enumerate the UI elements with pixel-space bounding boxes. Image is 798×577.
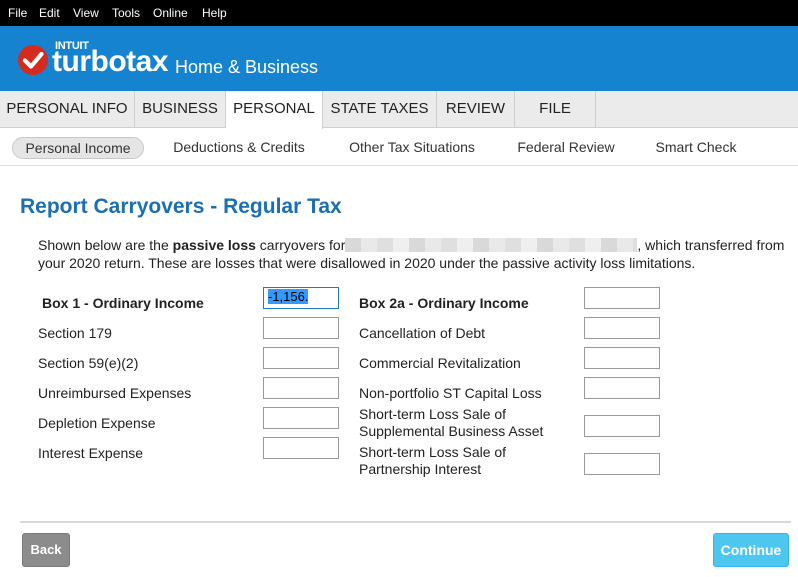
non-portfolio-st-capital-loss-label: Non-portfolio ST Capital Loss: [359, 385, 542, 401]
st-loss-supplemental-asset-input[interactable]: [584, 415, 660, 437]
menu-tools[interactable]: Tools: [112, 6, 140, 21]
cancellation-of-debt-label: Cancellation of Debt: [359, 325, 486, 341]
intro-paragraph: Shown below are the passive loss carryov…: [38, 236, 790, 272]
commercial-revitalization-input[interactable]: [584, 347, 660, 369]
continue-button[interactable]: Continue: [713, 533, 789, 567]
interest-expense-label: Interest Expense: [38, 445, 144, 461]
subtab-other-tax-situations[interactable]: Other Tax Situations: [340, 137, 484, 159]
box2a-ordinary-income-input[interactable]: [584, 287, 660, 309]
unreimbursed-expenses-input[interactable]: [263, 377, 339, 399]
depletion-expense-input[interactable]: [263, 407, 339, 429]
intro-prefix: Shown below are the: [38, 237, 173, 253]
box1-ordinary-income-input[interactable]: -1,156.: [263, 287, 339, 309]
section-59e2-label: Section 59(e)(2): [38, 355, 139, 371]
menu-help[interactable]: Help: [202, 6, 227, 21]
depletion-expense-label: Depletion Expense: [38, 415, 156, 431]
unreimbursed-expenses-label: Unreimbursed Expenses: [38, 385, 192, 401]
tab-personal-info[interactable]: PERSONAL INFO: [0, 91, 135, 128]
st-loss-partnership-interest-label-line1: Short-term Loss Sale of: [359, 444, 507, 460]
footer-divider: [20, 521, 791, 523]
tab-review[interactable]: REVIEW: [437, 91, 515, 128]
menu-file[interactable]: File: [8, 6, 27, 21]
section-179-label: Section 179: [38, 325, 112, 341]
section-179-input[interactable]: [263, 317, 339, 339]
st-loss-partnership-interest-input[interactable]: [584, 453, 660, 475]
menu-online[interactable]: Online: [153, 6, 188, 21]
st-loss-supplemental-asset-label-line1: Short-term Loss Sale of: [359, 406, 507, 422]
product-edition: Home & Business: [175, 57, 319, 77]
st-loss-partnership-interest-label-line2: Partnership Interest: [359, 461, 482, 477]
tab-state-taxes[interactable]: STATE TAXES: [323, 91, 437, 128]
turbotax-checkmark-logo-icon: [18, 45, 48, 75]
menu-bar: File Edit View Tools Online Help: [0, 0, 798, 26]
non-portfolio-st-capital-loss-input[interactable]: [584, 377, 660, 399]
tab-file[interactable]: FILE: [515, 91, 596, 128]
menu-edit[interactable]: Edit: [39, 6, 60, 21]
intro-bold-term: passive loss: [172, 237, 256, 253]
interest-expense-input[interactable]: [263, 437, 339, 459]
intro-mid: carryovers for: [255, 237, 346, 253]
back-button[interactable]: Back: [22, 533, 70, 567]
menu-view[interactable]: View: [73, 6, 99, 21]
section-59e2-input[interactable]: [263, 347, 339, 369]
st-loss-supplemental-asset-label-line2: Supplemental Business Asset: [359, 423, 544, 439]
tab-personal[interactable]: PERSONAL: [226, 91, 323, 129]
turbotax-logo-text: turbotax: [52, 45, 169, 78]
box1-ordinary-income-label: Box 1 - Ordinary Income: [42, 295, 204, 311]
box1-ordinary-income-value: -1,156.: [268, 289, 309, 304]
subtab-deductions-credits[interactable]: Deductions & Credits: [164, 137, 314, 159]
redacted-partnership-name: [345, 238, 638, 252]
subtab-federal-review[interactable]: Federal Review: [510, 137, 622, 159]
page-title: Report Carryovers - Regular Tax: [20, 195, 342, 218]
tab-business[interactable]: BUSINESS: [135, 91, 226, 128]
cancellation-of-debt-input[interactable]: [584, 317, 660, 339]
commercial-revitalization-label: Commercial Revitalization: [359, 355, 521, 371]
box2a-ordinary-income-label: Box 2a - Ordinary Income: [359, 295, 529, 311]
subtab-personal-income[interactable]: Personal Income: [12, 137, 144, 159]
subtab-smart-check[interactable]: Smart Check: [648, 137, 744, 159]
